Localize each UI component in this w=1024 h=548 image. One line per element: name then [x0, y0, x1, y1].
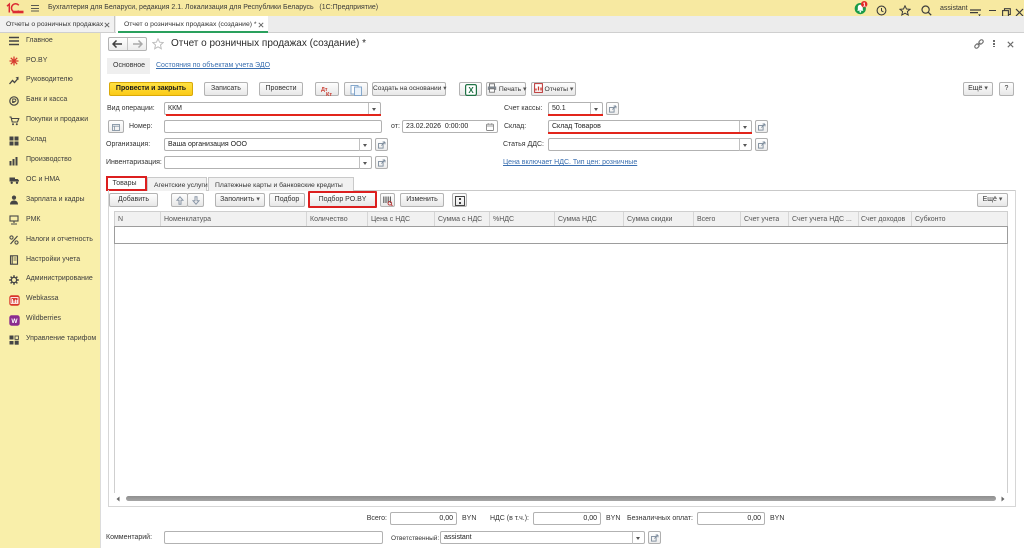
svg-text:X: X — [468, 86, 474, 95]
svg-text:W: W — [11, 318, 18, 325]
